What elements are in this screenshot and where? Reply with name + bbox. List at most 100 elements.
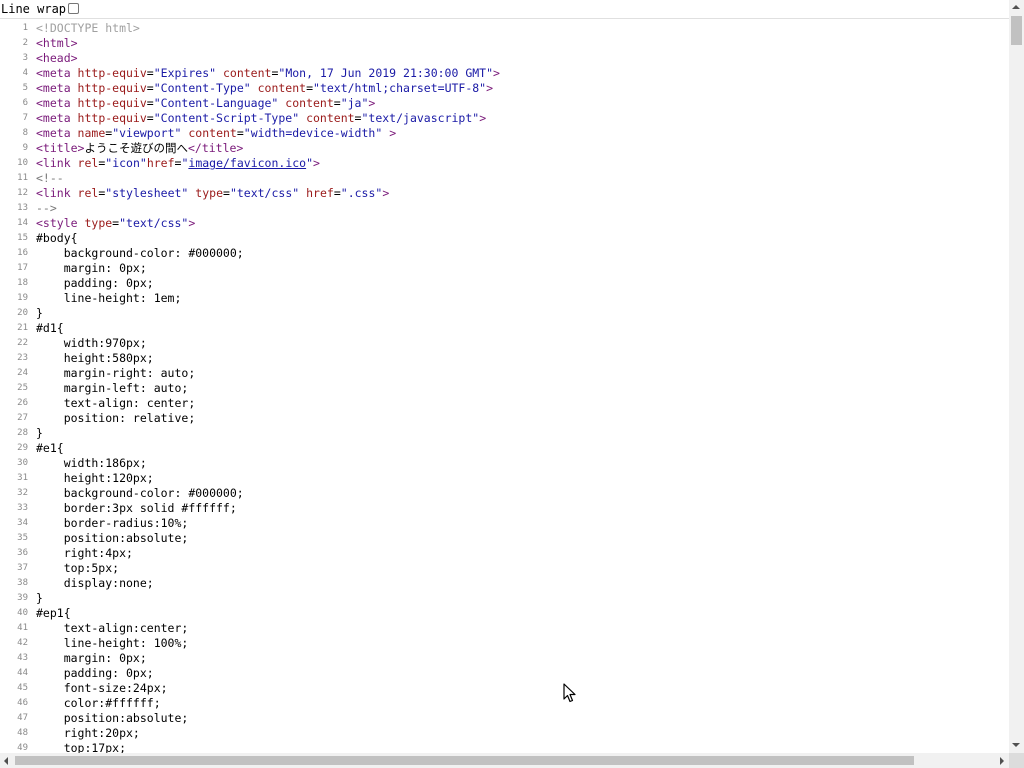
code-token: height:120px; <box>36 471 154 485</box>
code-token: = <box>223 186 230 200</box>
line-code: text-align: center; <box>36 396 196 411</box>
code-token: > <box>313 156 320 170</box>
line-number: 13 <box>17 203 28 213</box>
source-line: 17 margin: 0px; <box>0 261 1009 276</box>
code-token: " <box>306 156 314 170</box>
code-token: #e1{ <box>36 441 64 455</box>
source-viewer[interactable]: 1 <!DOCTYPE html> 2 <html> 3 <head> 4 <meta htt… <box>0 20 1009 753</box>
line-code: <title>ようこそ遊びの間へ</title> <box>36 141 243 156</box>
code-token: "text/css" <box>119 216 189 230</box>
source-line: 13 --> <box>0 201 1009 216</box>
code-token: "text/javascript" <box>361 111 480 125</box>
code-token: ".css" <box>340 186 383 200</box>
code-token: border:3px solid #ffffff; <box>36 501 237 515</box>
source-line: 47 position:absolute; <box>0 711 1009 726</box>
line-code: <head> <box>36 51 78 66</box>
line-code: #e1{ <box>36 441 64 456</box>
line-code: <style type="text/css"> <box>36 216 195 231</box>
line-code: <meta http-equiv="Content-Language" cont… <box>36 96 375 111</box>
code-token: font-size:24px; <box>36 681 168 695</box>
code-token: name <box>77 126 106 140</box>
code-token: top:17px; <box>36 741 127 753</box>
line-code: <meta http-equiv="Expires" content="Mon,… <box>36 66 500 81</box>
line-number: 48 <box>17 728 28 738</box>
source-line: 39} <box>0 591 1009 606</box>
horizontal-scroll-thumb[interactable] <box>15 756 914 765</box>
code-token: margin-left: auto; <box>36 381 189 395</box>
line-number: 35 <box>17 533 28 543</box>
line-number: 15 <box>17 233 28 243</box>
code-token: #ep1{ <box>36 606 71 620</box>
code-token: </title> <box>187 141 244 155</box>
code-token: text-align:center; <box>36 621 189 635</box>
line-number: 30 <box>17 458 28 468</box>
code-token: width:970px; <box>36 336 147 350</box>
source-line: 29 #e1{ <box>0 441 1009 456</box>
line-number: 32 <box>17 488 28 498</box>
line-code: margin: 0px; <box>36 261 147 276</box>
line-code: <link rel="icon"href="image/favicon.ico"… <box>36 156 320 171</box>
source-line: 36 right:4px; <box>0 546 1009 561</box>
line-code: } <box>36 591 43 606</box>
source-line: 23 height:580px; <box>0 351 1009 366</box>
line-number: 41 <box>17 623 28 633</box>
line-number: 17 <box>17 263 28 273</box>
line-number: 12 <box>17 188 28 198</box>
code-token: top:5px; <box>36 561 120 575</box>
line-code: position:absolute; <box>36 711 189 726</box>
line-code: color:#ffffff; <box>36 696 161 711</box>
line-number: 31 <box>17 473 28 483</box>
line-code: #ep1{ <box>36 606 71 621</box>
code-token: http-equiv <box>77 111 147 125</box>
line-number: 47 <box>17 713 28 723</box>
line-number: 11 <box>17 173 28 183</box>
line-code: #body{ <box>36 231 78 246</box>
source-line: 12 <link rel="stylesheet" type="text/css"… <box>0 186 1009 201</box>
line-number: 43 <box>17 653 28 663</box>
line-wrap-checkbox[interactable] <box>68 3 79 14</box>
line-number: 1 <box>22 23 28 33</box>
code-token: <!-- <box>36 171 64 185</box>
source-line: 5 <meta http-equiv="Content-Type" content… <box>0 81 1009 96</box>
code-token: display:none; <box>36 576 154 590</box>
line-number: 6 <box>22 98 28 108</box>
line-code: right:20px; <box>36 726 140 741</box>
source-line: 42 line-height: 100%; <box>0 636 1009 651</box>
source-line: 15 #body{ <box>0 231 1009 246</box>
line-code: <!DOCTYPE html> <box>36 21 140 36</box>
scroll-down-icon[interactable] <box>1012 743 1020 747</box>
code-token: "icon" <box>105 156 147 170</box>
line-number: 5 <box>22 83 28 93</box>
scroll-right-icon[interactable] <box>1000 757 1004 765</box>
favicon-link[interactable]: image/favicon.ico <box>188 156 306 170</box>
line-code: line-height: 1em; <box>36 291 182 306</box>
scroll-left-icon[interactable] <box>4 757 8 765</box>
code-token: <title> <box>36 141 85 155</box>
code-token: = <box>236 126 244 140</box>
line-number: 4 <box>22 68 28 78</box>
code-token: ようこそ遊びの間へ <box>84 141 188 155</box>
code-token: <style <box>36 216 85 230</box>
source-line: 31 height:120px; <box>0 471 1009 486</box>
vertical-scrollbar[interactable] <box>1009 0 1024 753</box>
source-line: 46 color:#ffffff; <box>0 696 1009 711</box>
source-line: 7 <meta http-equiv="Content-Script-Type" … <box>0 111 1009 126</box>
code-token: "text/css" <box>229 186 300 200</box>
code-token: <meta <box>36 96 78 110</box>
line-number: 10 <box>17 158 28 168</box>
source-line: 49 top:17px; <box>0 741 1009 753</box>
line-code: width:970px; <box>36 336 147 351</box>
scroll-up-icon[interactable] <box>1012 5 1020 9</box>
code-token: height:580px; <box>36 351 154 365</box>
line-number: 25 <box>17 383 28 393</box>
line-code: margin: 0px; <box>36 651 147 666</box>
vertical-scroll-thumb[interactable] <box>1011 16 1022 45</box>
line-wrap-label: Line wrap <box>1 2 67 16</box>
code-token: } <box>36 306 43 320</box>
line-number: 23 <box>17 353 28 363</box>
line-code: <meta http-equiv="Content-Script-Type" c… <box>36 111 486 126</box>
line-code: --> <box>36 201 57 216</box>
source-line: 48 right:20px; <box>0 726 1009 741</box>
source-line: 33 border:3px solid #ffffff; <box>0 501 1009 516</box>
code-token: href <box>306 186 334 200</box>
